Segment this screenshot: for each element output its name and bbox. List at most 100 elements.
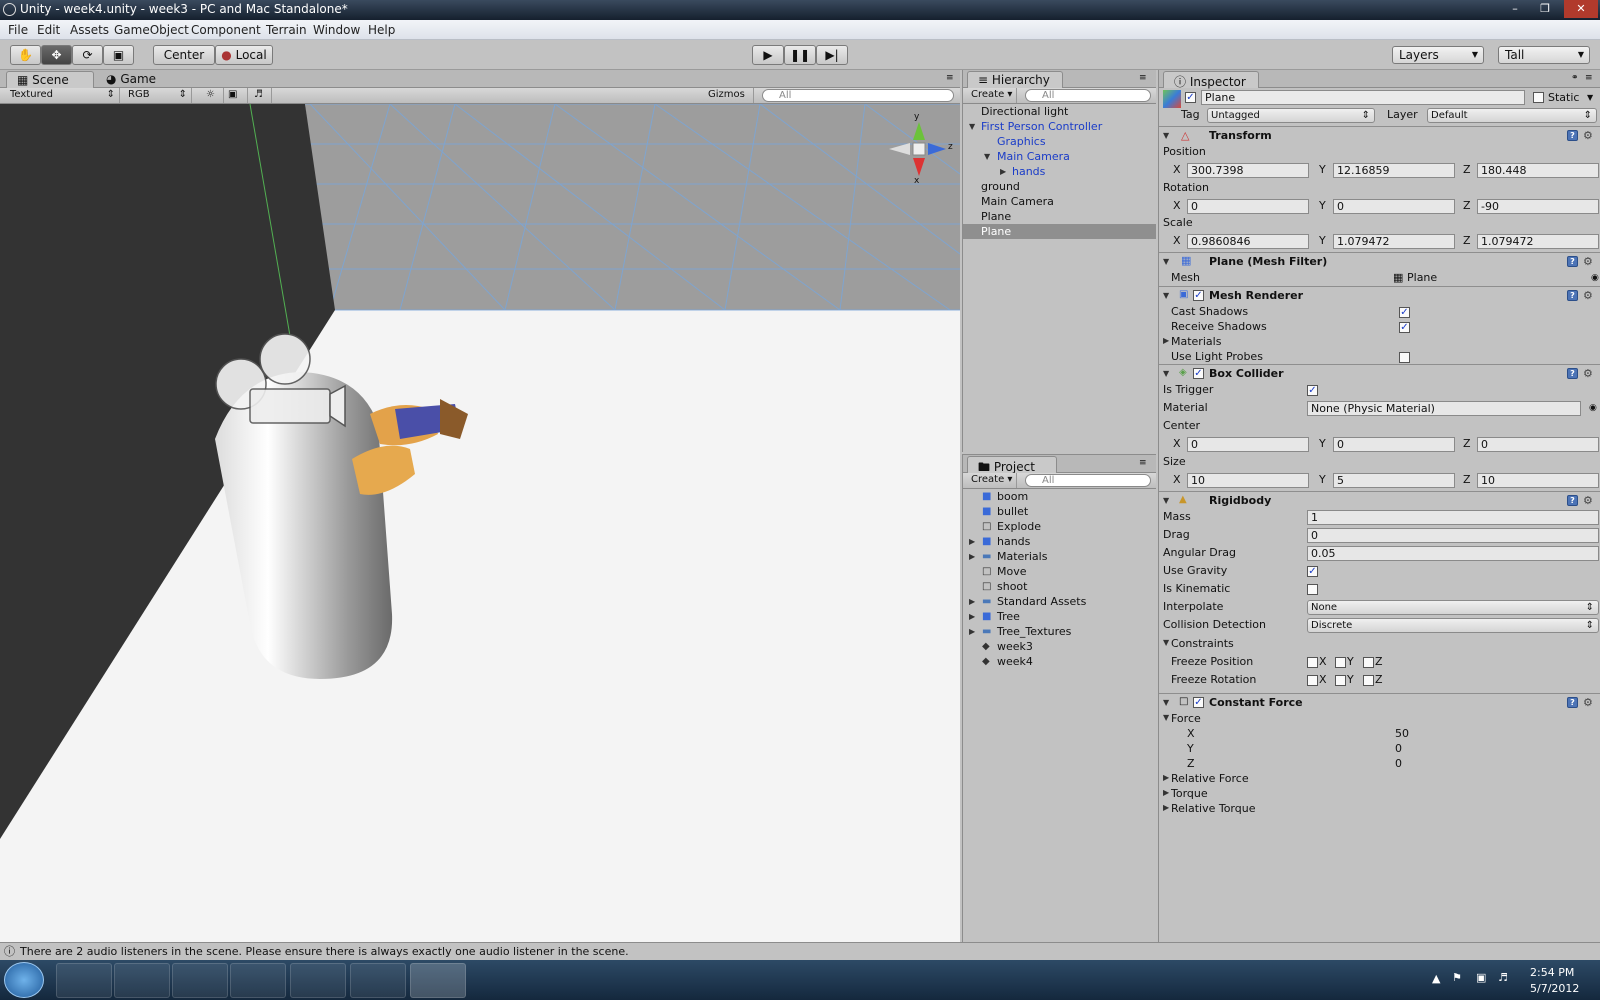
project-item[interactable]: □ Move bbox=[963, 564, 1156, 579]
collapse-arrow-icon[interactable]: ▼ bbox=[1163, 638, 1169, 647]
tab-game[interactable]: ◕ Game bbox=[96, 71, 182, 88]
freeze-rotation-x-checkbox[interactable] bbox=[1307, 675, 1318, 686]
mass-field[interactable]: 1 bbox=[1307, 510, 1599, 525]
center-x-field[interactable]: 0 bbox=[1187, 437, 1309, 452]
gear-icon[interactable]: ⚙ bbox=[1583, 287, 1593, 304]
tab-hierarchy[interactable]: ≡ Hierarchy bbox=[967, 71, 1063, 88]
force-z-value[interactable]: 0 bbox=[1395, 757, 1402, 771]
collapse-arrow-icon[interactable]: ▼ bbox=[1163, 127, 1169, 144]
project-item[interactable]: □ Explode bbox=[963, 519, 1156, 534]
menu-assets[interactable]: Assets bbox=[70, 23, 109, 37]
file-explorer-icon[interactable] bbox=[114, 963, 170, 998]
object-picker-icon[interactable]: ◉ bbox=[1591, 271, 1599, 285]
panel-menu-icon[interactable]: ≡ bbox=[1139, 73, 1147, 83]
help-icon[interactable]: ? bbox=[1567, 130, 1578, 141]
use-gravity-checkbox[interactable]: ✓ bbox=[1307, 566, 1318, 577]
scene-lighting-toggle[interactable]: ☼ bbox=[202, 88, 224, 103]
expand-arrow-icon[interactable]: ▶ bbox=[1163, 788, 1169, 797]
expand-arrow-icon[interactable]: ▶ bbox=[1163, 803, 1169, 812]
static-dropdown-arrow-icon[interactable]: ▼ bbox=[1587, 91, 1593, 105]
flag-icon[interactable]: ⚑ bbox=[1452, 971, 1462, 984]
menu-window[interactable]: Window bbox=[313, 23, 360, 37]
color-mode-dropdown[interactable]: RGB ⇕ bbox=[124, 88, 192, 103]
force-y-value[interactable]: 0 bbox=[1395, 742, 1402, 756]
project-item[interactable]: ■ boom bbox=[963, 489, 1156, 504]
hierarchy-item[interactable]: Plane bbox=[963, 209, 1156, 224]
lock-icon[interactable]: ⚭ bbox=[1571, 73, 1579, 83]
network-icon[interactable]: ▣ bbox=[1476, 971, 1486, 984]
menu-file[interactable]: File bbox=[8, 23, 28, 37]
freeze-position-z-checkbox[interactable] bbox=[1363, 657, 1374, 668]
expand-arrow-icon[interactable]: ▶ bbox=[969, 534, 975, 549]
rigidbody-header[interactable]: ▼ ▲ Rigidbody ? ⚙ bbox=[1159, 491, 1600, 509]
layers-dropdown[interactable]: Layers ▼ bbox=[1392, 46, 1484, 64]
freeze-position-x-checkbox[interactable] bbox=[1307, 657, 1318, 668]
receive-shadows-checkbox[interactable]: ✓ bbox=[1399, 322, 1410, 333]
scale-tool-button[interactable]: ▣ bbox=[103, 45, 134, 65]
gear-icon[interactable]: ⚙ bbox=[1583, 365, 1593, 382]
help-icon[interactable]: ? bbox=[1567, 495, 1578, 506]
project-item[interactable]: ▶ ■ Tree bbox=[963, 609, 1156, 624]
rotation-z-field[interactable]: -90 bbox=[1477, 199, 1599, 214]
tag-dropdown[interactable]: Untagged ⇕ bbox=[1207, 108, 1375, 123]
project-create-dropdown[interactable]: Create ▾ bbox=[967, 473, 1017, 488]
collapse-arrow-icon[interactable]: ▼ bbox=[1163, 713, 1169, 722]
center-y-field[interactable]: 0 bbox=[1333, 437, 1455, 452]
volume-icon[interactable]: ♬ bbox=[1498, 971, 1508, 984]
box-collider-header[interactable]: ▼ ◈ ✓ Box Collider ? ⚙ bbox=[1159, 364, 1600, 382]
static-checkbox[interactable] bbox=[1533, 92, 1544, 103]
panel-menu-icon[interactable]: ≡ bbox=[1585, 73, 1593, 83]
size-z-field[interactable]: 10 bbox=[1477, 473, 1599, 488]
layout-dropdown[interactable]: Tall ▼ bbox=[1498, 46, 1590, 64]
mesh-value[interactable]: Plane bbox=[1407, 271, 1437, 285]
help-icon[interactable]: ? bbox=[1567, 368, 1578, 379]
chrome-icon[interactable] bbox=[290, 963, 346, 998]
freeze-rotation-y-checkbox[interactable] bbox=[1335, 675, 1346, 686]
render-mode-dropdown[interactable]: Textured ⇕ bbox=[6, 88, 120, 103]
clock-time[interactable]: 2:54 PM bbox=[1530, 966, 1574, 979]
rotate-tool-button[interactable]: ⟳ bbox=[72, 45, 103, 65]
documents-icon[interactable] bbox=[230, 963, 286, 998]
gear-icon[interactable]: ⚙ bbox=[1583, 127, 1593, 144]
project-item[interactable]: ◆ week4 bbox=[963, 654, 1156, 669]
project-item[interactable]: ■ bullet bbox=[963, 504, 1156, 519]
hierarchy-item[interactable]: ▶ hands bbox=[963, 164, 1156, 179]
help-icon[interactable]: ? bbox=[1567, 290, 1578, 301]
relative-force-label[interactable]: Relative Force bbox=[1171, 772, 1249, 786]
gizmos-dropdown[interactable]: Gizmos ▾ bbox=[704, 88, 754, 114]
status-bar[interactable]: ⓘ There are 2 audio listeners in the sce… bbox=[0, 942, 1600, 960]
tab-project[interactable]: 🖿 Project bbox=[967, 456, 1057, 474]
scene-viewport[interactable]: y z x bbox=[0, 104, 960, 942]
media-player-icon[interactable] bbox=[172, 963, 228, 998]
pivot-center-button[interactable]: Center bbox=[153, 45, 215, 65]
force-x-value[interactable]: 50 bbox=[1395, 727, 1409, 741]
expand-arrow-icon[interactable]: ▶ bbox=[969, 594, 975, 609]
menu-help[interactable]: Help bbox=[368, 23, 395, 37]
constraints-label[interactable]: Constraints bbox=[1171, 637, 1234, 651]
rotation-y-field[interactable]: 0 bbox=[1333, 199, 1455, 214]
panel-menu-icon[interactable]: ≡ bbox=[946, 73, 954, 83]
position-y-field[interactable]: 12.16859 bbox=[1333, 163, 1455, 178]
project-item[interactable]: ▶ ▬ Materials bbox=[963, 549, 1156, 564]
project-item[interactable]: □ shoot bbox=[963, 579, 1156, 594]
expand-arrow-icon[interactable]: ▶ bbox=[1163, 773, 1169, 782]
gear-icon[interactable]: ⚙ bbox=[1583, 694, 1593, 711]
size-y-field[interactable]: 5 bbox=[1333, 473, 1455, 488]
transform-header[interactable]: ▼ △ Transform ? ⚙ bbox=[1159, 126, 1600, 144]
expand-arrow-icon[interactable]: ▶ bbox=[969, 624, 975, 639]
object-name-field[interactable]: Plane bbox=[1201, 90, 1525, 105]
collapse-arrow-icon[interactable]: ▼ bbox=[1163, 287, 1169, 304]
tab-inspector[interactable]: ⓘ Inspector bbox=[1163, 71, 1259, 89]
scale-z-field[interactable]: 1.079472 bbox=[1477, 234, 1599, 249]
scene-audio-toggle[interactable]: ♬ bbox=[250, 88, 272, 103]
hierarchy-item[interactable]: Graphics bbox=[963, 134, 1156, 149]
project-search-input[interactable]: All bbox=[1025, 474, 1151, 487]
expand-arrow-icon[interactable]: ▶ bbox=[969, 549, 975, 564]
gear-icon[interactable]: ⚙ bbox=[1583, 492, 1593, 509]
constant-force-header[interactable]: ▼ □ ✓ Constant Force ? ⚙ bbox=[1159, 693, 1600, 711]
menu-gameobject[interactable]: GameObject bbox=[114, 23, 189, 37]
force-label[interactable]: Force bbox=[1171, 712, 1201, 726]
menu-terrain[interactable]: Terrain bbox=[266, 23, 307, 37]
scene-overlay-toggle[interactable]: ▣ bbox=[224, 88, 248, 103]
collision-detection-dropdown[interactable]: Discrete ⇕ bbox=[1307, 618, 1599, 633]
